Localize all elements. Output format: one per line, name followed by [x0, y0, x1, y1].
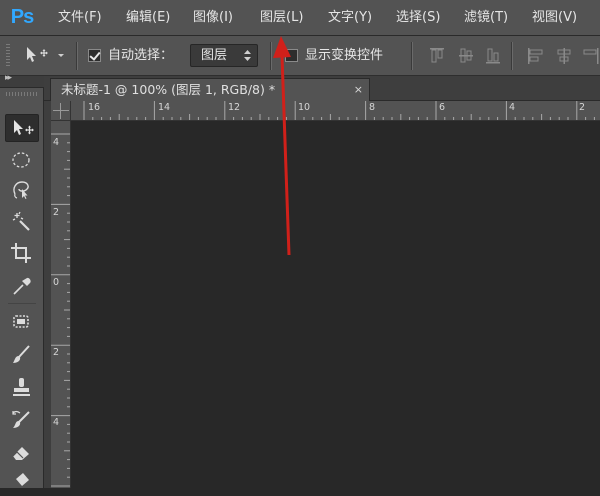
tools-panel: ▸▸ [0, 73, 44, 488]
ruler-label: 10 [298, 102, 311, 113]
vertical-ruler-ticks [51, 133, 70, 487]
dropdown-arrows-icon [244, 50, 251, 61]
ruler-label: 8 [369, 102, 376, 113]
options-separator [511, 42, 513, 70]
auto-select-target-dropdown[interactable]: 图层 [190, 44, 258, 67]
lasso-tool-icon [13, 181, 29, 199]
ruler-label: 4 [509, 102, 516, 113]
menu-layer[interactable]: 图层(L) [260, 0, 303, 36]
checkmark-icon [89, 49, 101, 61]
ruler-label: 2 [53, 347, 60, 358]
ruler-label: 6 [439, 102, 446, 113]
crop-tool[interactable] [5, 239, 39, 267]
menu-file[interactable]: 文件(F) [58, 0, 102, 36]
horizontal-ruler-ticks [83, 101, 595, 120]
ruler-label: 14 [158, 102, 171, 113]
tool-preset-picker[interactable] [24, 44, 70, 68]
paint-bucket-tool-icon [16, 473, 29, 486]
elliptical-marquee-tool-icon [12, 152, 30, 168]
options-bar: 自动选择： 图层 显示变换控件 [0, 36, 600, 76]
spot-healing-tool[interactable] [5, 308, 39, 336]
move-tool-preset-icon [27, 47, 64, 62]
ruler-origin[interactable] [51, 101, 71, 121]
chevron-down-icon [58, 54, 64, 57]
photoshop-logo: Ps [10, 6, 34, 28]
show-transform-checkbox[interactable] [285, 49, 298, 62]
auto-select-target-value: 图层 [201, 48, 228, 63]
elliptical-marquee-tool[interactable] [5, 146, 39, 174]
ruler-label: 0 [53, 277, 60, 288]
magic-wand-tool[interactable] [5, 208, 39, 236]
brush-tool-icon [13, 345, 30, 363]
move-tool[interactable] [5, 114, 39, 142]
paint-bucket-tool[interactable] [5, 468, 39, 496]
clone-stamp-tool-icon [13, 378, 30, 396]
align-vertical-center-icon[interactable] [457, 46, 475, 66]
options-separator [270, 42, 272, 70]
auto-select-checkbox[interactable] [88, 49, 101, 62]
document-tab-bar: 未标题-1 @ 100% (图层 1, RGB/8) * × [44, 76, 600, 101]
eraser-tool-icon [12, 447, 29, 460]
history-brush-tool[interactable] [5, 406, 39, 434]
horizontal-ruler[interactable]: 16 14 12 10 8 6 4 2 [71, 101, 600, 121]
ruler-label: 2 [579, 102, 586, 113]
options-bar-grip[interactable] [6, 44, 10, 68]
auto-select-label: 自动选择： [108, 48, 174, 63]
menu-view[interactable]: 视图(V) [532, 0, 577, 36]
close-icon[interactable]: × [354, 79, 363, 101]
menu-filter[interactable]: 滤镜(T) [464, 0, 508, 36]
align-left-icon[interactable] [526, 46, 544, 66]
move-tool-icon [14, 120, 34, 135]
document-tab[interactable]: 未标题-1 @ 100% (图层 1, RGB/8) * × [50, 78, 370, 101]
options-separator [76, 42, 78, 70]
ruler-label: 16 [88, 102, 101, 113]
magic-wand-tool-icon [12, 211, 30, 231]
panel-gutter [44, 101, 51, 488]
menu-type[interactable]: 文字(Y) [328, 0, 372, 36]
clone-stamp-tool[interactable] [5, 373, 39, 401]
ruler-label: 2 [53, 207, 60, 218]
tools-panel-header[interactable]: ▸▸ [0, 73, 44, 88]
vertical-ruler[interactable]: 4 2 0 2 4 [51, 121, 71, 488]
crop-tool-icon [11, 243, 31, 263]
menu-bar: Ps 文件(F) 编辑(E) 图像(I) 图层(L) 文字(Y) 选择(S) 滤… [0, 0, 600, 36]
align-horizontal-center-icon[interactable] [555, 46, 573, 66]
ruler-label: 4 [53, 137, 60, 148]
spot-healing-tool-icon [13, 315, 29, 328]
tool-group-divider [8, 303, 36, 304]
show-transform-label: 显示变换控件 [305, 48, 384, 63]
ruler-label: 12 [228, 102, 241, 113]
eraser-tool[interactable] [5, 438, 39, 466]
align-right-icon[interactable] [582, 46, 600, 66]
eyedropper-tool[interactable] [5, 272, 39, 300]
expand-panel-icon[interactable]: ▸▸ [5, 73, 12, 83]
brush-tool[interactable] [5, 341, 39, 369]
tools-panel-grip[interactable] [6, 92, 38, 96]
history-brush-tool-icon [12, 410, 30, 428]
ruler-label: 4 [53, 417, 60, 428]
document-tab-title: 未标题-1 @ 100% (图层 1, RGB/8) * [61, 82, 276, 97]
align-bottom-icon[interactable] [484, 46, 502, 66]
eyedropper-tool-icon [13, 277, 31, 295]
lasso-tool[interactable] [5, 176, 39, 204]
menu-edit[interactable]: 编辑(E) [126, 0, 170, 36]
menu-image[interactable]: 图像(I) [193, 0, 233, 36]
menu-select[interactable]: 选择(S) [396, 0, 440, 36]
canvas[interactable] [71, 121, 600, 488]
options-separator [411, 42, 413, 70]
align-top-icon[interactable] [428, 46, 446, 66]
